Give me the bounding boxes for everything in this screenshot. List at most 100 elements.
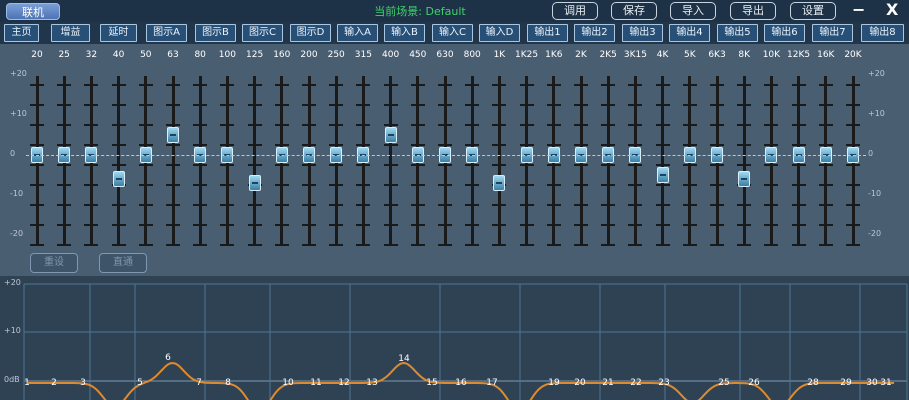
eq-slider-tick — [84, 224, 99, 226]
tab-output-2[interactable]: 输出2 — [574, 24, 615, 42]
tab-output-8[interactable]: 输出8 — [861, 24, 904, 42]
eq-slider-track[interactable] — [742, 76, 746, 244]
reset-button[interactable]: 重设 — [30, 253, 78, 273]
tab-home[interactable]: 主页 — [4, 24, 39, 42]
eq-slider-track[interactable] — [171, 76, 175, 244]
eq-slider-tick — [846, 184, 860, 186]
tab-gain[interactable]: 增益 — [51, 24, 90, 42]
tab-graph-d[interactable]: 图示D — [290, 24, 331, 42]
tab-output-7[interactable]: 输出7 — [812, 24, 853, 42]
eq-slider-track[interactable] — [389, 76, 393, 244]
eq-slider-tick — [138, 84, 153, 86]
bypass-button[interactable]: 直通 — [99, 253, 147, 273]
eq-slider-tick — [546, 124, 561, 126]
eq-slider-tick — [737, 84, 752, 86]
graph-band-number[interactable]: 22 — [626, 378, 646, 388]
tab-graph-c[interactable]: 图示C — [242, 24, 283, 42]
eq-slider-tick — [846, 104, 860, 106]
graph-band-number[interactable]: 11 — [306, 378, 326, 388]
eq-scale-label-l: -20 — [10, 229, 24, 238]
eq-slider-tick — [628, 164, 643, 166]
eq-slider-tick — [302, 244, 316, 246]
graph-band-number[interactable]: 2 — [44, 378, 64, 388]
graph-band-number[interactable]: 15 — [422, 378, 442, 388]
eq-slider-tick — [274, 124, 289, 126]
tab-delay[interactable]: 延时 — [100, 24, 137, 42]
graph-band-number[interactable]: 19 — [544, 378, 564, 388]
graph-band-number[interactable]: 12 — [334, 378, 354, 388]
eq-slider-knob[interactable] — [248, 175, 261, 191]
graph-band-number[interactable]: 14 — [394, 354, 414, 364]
graph-band-number[interactable]: 25 — [714, 378, 734, 388]
save-button[interactable]: 保存 — [611, 2, 657, 20]
import-button[interactable]: 导入 — [670, 2, 716, 20]
tab-input-b[interactable]: 输入B — [384, 24, 425, 42]
recall-button[interactable]: 调用 — [552, 2, 598, 20]
eq-slider-tick — [329, 224, 344, 226]
tab-input-c[interactable]: 输入C — [432, 24, 473, 42]
eq-slider-tick — [682, 184, 697, 186]
graph-band-number[interactable]: 6 — [158, 353, 178, 363]
eq-slider-tick — [302, 104, 316, 106]
graph-band-number[interactable]: 16 — [451, 378, 471, 388]
graph-band-number[interactable]: 28 — [803, 378, 823, 388]
eq-slider-tick — [356, 224, 371, 226]
eq-slider-tick — [846, 144, 860, 146]
tab-input-a[interactable]: 输入A — [337, 24, 378, 42]
settings-button[interactable]: 设置 — [790, 2, 836, 20]
eq-slider-tick — [138, 244, 153, 246]
eq-slider-tick — [274, 184, 289, 186]
eq-slider-track[interactable] — [117, 76, 121, 244]
tab-graph-a[interactable]: 图示A — [146, 24, 187, 42]
graph-band-number[interactable]: 10 — [278, 378, 298, 388]
eq-slider-track[interactable] — [497, 76, 501, 244]
eq-slider-track[interactable] — [661, 76, 665, 244]
graph-band-number[interactable]: 21 — [598, 378, 618, 388]
eq-slider-knob[interactable] — [493, 175, 506, 191]
eq-slider-tick — [220, 124, 235, 126]
eq-slider-knob[interactable] — [656, 167, 669, 183]
tab-output-1[interactable]: 输出1 — [527, 24, 568, 42]
graph-band-number[interactable]: 1 — [17, 378, 37, 388]
tab-output-6[interactable]: 输出6 — [764, 24, 805, 42]
minimize-icon[interactable]: − — [852, 0, 865, 19]
eq-slider-tick — [601, 224, 616, 226]
graphic-eq-panel: 20 25 32 40 50 63 80 100 125 160 200 250 315 400 450 63… — [0, 44, 909, 276]
eq-slider-knob[interactable] — [167, 127, 179, 143]
eq-slider-knob[interactable] — [384, 127, 397, 143]
eq-slider-tick — [193, 184, 208, 186]
eq-slider-tick — [818, 144, 833, 146]
graph-band-number[interactable]: 3 — [73, 378, 93, 388]
graph-band-number[interactable]: 17 — [482, 378, 502, 388]
eq-slider-tick — [628, 244, 643, 246]
export-button[interactable]: 导出 — [730, 2, 776, 20]
eq-slider-knob[interactable] — [738, 171, 751, 187]
graph-band-number[interactable]: 20 — [570, 378, 590, 388]
eq-slider-tick — [193, 84, 208, 86]
graph-band-number[interactable]: 29 — [836, 378, 856, 388]
eq-slider-tick — [710, 104, 724, 106]
tab-input-d[interactable]: 输入D — [479, 24, 520, 42]
tab-output-5[interactable]: 输出5 — [717, 24, 758, 42]
graph-band-number[interactable]: 31 — [876, 378, 896, 388]
tab-graph-b[interactable]: 图示B — [195, 24, 236, 42]
eq-slider-tick — [655, 144, 670, 146]
close-icon[interactable]: X — [886, 0, 898, 19]
graph-band-number[interactable]: 26 — [744, 378, 764, 388]
eq-slider-tick — [356, 164, 371, 166]
graph-band-number[interactable]: 8 — [218, 378, 238, 388]
eq-band-frequency-label: 125 — [246, 50, 264, 60]
link-button[interactable]: 联机 — [6, 3, 60, 20]
graph-band-number[interactable]: 5 — [130, 378, 150, 388]
graph-band-number[interactable]: 23 — [654, 378, 674, 388]
tab-output-3[interactable]: 输出3 — [622, 24, 663, 42]
eq-slider-track[interactable] — [253, 76, 257, 244]
eq-slider-tick — [710, 204, 724, 206]
tab-output-4[interactable]: 输出4 — [669, 24, 710, 42]
eq-band-frequency-label: 20K — [844, 50, 862, 60]
eq-slider-tick — [30, 244, 44, 246]
graph-band-number[interactable]: 13 — [362, 378, 382, 388]
eq-slider-tick — [818, 224, 833, 226]
eq-slider-knob[interactable] — [112, 171, 125, 187]
graph-band-number[interactable]: 7 — [189, 378, 209, 388]
